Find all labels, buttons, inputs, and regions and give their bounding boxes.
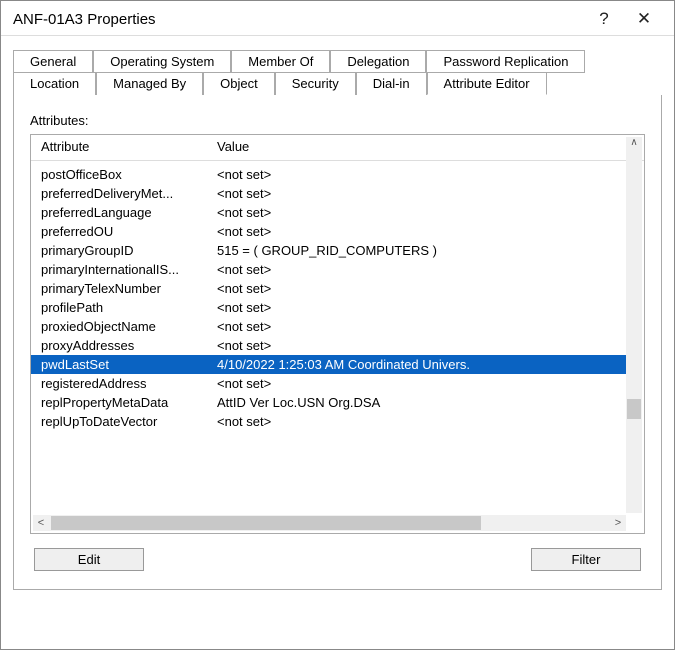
button-row: Edit Filter <box>30 534 645 575</box>
filter-button[interactable]: Filter <box>531 548 641 571</box>
attribute-name: pwdLastSet <box>31 357 211 372</box>
attribute-name: primaryGroupID <box>31 243 211 258</box>
attribute-name: postOfficeBox <box>31 167 211 182</box>
tab-operating-system[interactable]: Operating System <box>93 50 231 73</box>
attribute-value: <not set> <box>211 205 626 220</box>
attribute-value: 515 = ( GROUP_RID_COMPUTERS ) <box>211 243 626 258</box>
table-row[interactable]: preferredOU<not set> <box>31 222 626 241</box>
edit-button[interactable]: Edit <box>34 548 144 571</box>
tab-control: General Operating System Member Of Deleg… <box>13 50 662 591</box>
tab-managed-by[interactable]: Managed By <box>96 72 203 95</box>
header-value[interactable]: Value <box>211 139 644 154</box>
vertical-scrollbar[interactable]: ∧ <box>626 137 642 513</box>
attribute-name: preferredOU <box>31 224 211 239</box>
attribute-name: registeredAddress <box>31 376 211 391</box>
table-row[interactable]: primaryTelexNumber<not set> <box>31 279 626 298</box>
scroll-left-icon[interactable]: < <box>33 515 49 531</box>
table-row[interactable]: postOfficeBox<not set> <box>31 165 626 184</box>
properties-dialog: ANF-01A3 Properties ? ✕ General Operatin… <box>0 0 675 650</box>
table-row[interactable]: primaryGroupID515 = ( GROUP_RID_COMPUTER… <box>31 241 626 260</box>
dialog-content: General Operating System Member Of Deleg… <box>1 36 674 601</box>
table-row[interactable]: replUpToDateVector<not set> <box>31 412 626 431</box>
header-attribute[interactable]: Attribute <box>31 139 211 154</box>
tab-object[interactable]: Object <box>203 72 275 95</box>
attribute-name: primaryTelexNumber <box>31 281 211 296</box>
tab-body: Attributes: Attribute Value postOfficeBo… <box>13 95 662 590</box>
list-header: Attribute Value <box>31 135 644 161</box>
attribute-value: <not set> <box>211 300 626 315</box>
table-row[interactable]: preferredLanguage<not set> <box>31 203 626 222</box>
attribute-name: preferredDeliveryMet... <box>31 186 211 201</box>
attribute-name: primaryInternationalIS... <box>31 262 211 277</box>
attribute-value: <not set> <box>211 376 626 391</box>
attribute-value: 4/10/2022 1:25:03 AM Coordinated Univers… <box>211 357 626 372</box>
table-row[interactable]: proxyAddresses<not set> <box>31 336 626 355</box>
vscroll-thumb[interactable] <box>627 399 641 419</box>
tab-password-replication[interactable]: Password Replication <box>426 50 585 73</box>
tab-member-of[interactable]: Member Of <box>231 50 330 73</box>
attribute-value: <not set> <box>211 414 626 429</box>
attribute-value: <not set> <box>211 167 626 182</box>
tab-delegation[interactable]: Delegation <box>330 50 426 73</box>
table-row[interactable]: profilePath<not set> <box>31 298 626 317</box>
attribute-name: profilePath <box>31 300 211 315</box>
attribute-name: replUpToDateVector <box>31 414 211 429</box>
table-row[interactable]: replPropertyMetaData AttID Ver Loc.USN O… <box>31 393 626 412</box>
tab-general[interactable]: General <box>13 50 93 73</box>
table-row[interactable]: preferredDeliveryMet...<not set> <box>31 184 626 203</box>
horizontal-scrollbar[interactable]: < > <box>33 515 626 531</box>
attribute-value: <not set> <box>211 338 626 353</box>
table-row[interactable]: pwdLastSet4/10/2022 1:25:03 AM Coordinat… <box>31 355 626 374</box>
attribute-value: <not set> <box>211 186 626 201</box>
attribute-value: AttID Ver Loc.USN Org.DSA <box>211 395 626 410</box>
close-button[interactable]: ✕ <box>624 9 664 29</box>
table-row[interactable]: primaryInternationalIS...<not set> <box>31 260 626 279</box>
tab-location[interactable]: Location <box>13 72 96 95</box>
attribute-name: proxyAddresses <box>31 338 211 353</box>
scroll-up-icon[interactable]: ∧ <box>626 137 642 153</box>
attribute-name: replPropertyMetaData <box>31 395 211 410</box>
table-row[interactable]: proxiedObjectName<not set> <box>31 317 626 336</box>
attribute-value: <not set> <box>211 281 626 296</box>
window-title: ANF-01A3 Properties <box>13 11 584 28</box>
help-button[interactable]: ? <box>584 9 624 29</box>
list-body: postOfficeBox<not set>preferredDeliveryM… <box>31 165 626 513</box>
tab-security[interactable]: Security <box>275 72 356 95</box>
table-row[interactable]: registeredAddress<not set> <box>31 374 626 393</box>
scroll-right-icon[interactable]: > <box>610 515 626 531</box>
titlebar: ANF-01A3 Properties ? ✕ <box>1 1 674 36</box>
attribute-list: Attribute Value postOfficeBox<not set>pr… <box>30 134 645 534</box>
attribute-value: <not set> <box>211 262 626 277</box>
attribute-name: proxiedObjectName <box>31 319 211 334</box>
hscroll-thumb[interactable] <box>51 516 481 530</box>
attribute-name: preferredLanguage <box>31 205 211 220</box>
attributes-label: Attributes: <box>30 113 645 128</box>
tab-attribute-editor[interactable]: Attribute Editor <box>427 72 547 95</box>
attribute-value: <not set> <box>211 224 626 239</box>
tab-dial-in[interactable]: Dial-in <box>356 72 427 95</box>
attribute-value: <not set> <box>211 319 626 334</box>
